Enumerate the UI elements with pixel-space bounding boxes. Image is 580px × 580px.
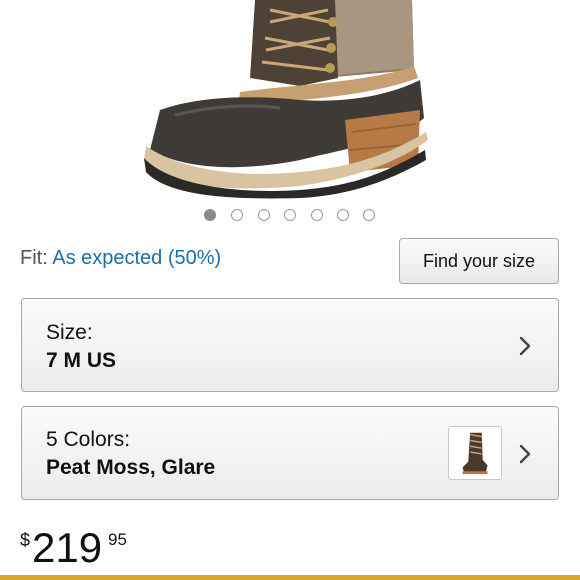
carousel-dot[interactable] bbox=[204, 209, 216, 221]
color-value: Peat Moss, Glare bbox=[46, 456, 216, 479]
accent-bar bbox=[0, 575, 580, 580]
fit-info: Fit: As expected (50%) bbox=[20, 245, 221, 271]
carousel-dot[interactable] bbox=[363, 209, 375, 221]
price-currency: $ bbox=[20, 530, 31, 550]
find-your-size-label: Find your size bbox=[422, 250, 536, 271]
carousel-dot[interactable] bbox=[284, 209, 296, 221]
color-label: 5 Colors: bbox=[46, 428, 131, 451]
carousel-dots bbox=[0, 209, 580, 223]
size-selector[interactable]: Size: 7 M US bbox=[21, 298, 559, 392]
price-whole: 219 bbox=[32, 524, 103, 571]
carousel-dot[interactable] bbox=[231, 209, 243, 221]
find-your-size-button[interactable]: Find your size bbox=[399, 238, 559, 284]
fit-value-link[interactable]: As expected (50%) bbox=[52, 247, 221, 269]
carousel-dot[interactable] bbox=[311, 209, 323, 221]
chevron-right-icon bbox=[519, 336, 531, 356]
color-swatch-thumbnail bbox=[448, 426, 502, 480]
size-value: 7 M US bbox=[46, 349, 117, 372]
fit-label: Fit: bbox=[20, 247, 48, 269]
chevron-right-icon bbox=[519, 444, 531, 464]
size-label: Size: bbox=[46, 321, 93, 344]
color-selector[interactable]: 5 Colors: Peat Moss, Glare bbox=[21, 406, 559, 500]
price-fraction: 95 bbox=[108, 530, 127, 549]
product-image[interactable] bbox=[0, 0, 580, 200]
carousel-dot[interactable] bbox=[337, 209, 349, 221]
carousel-dot[interactable] bbox=[258, 209, 270, 221]
